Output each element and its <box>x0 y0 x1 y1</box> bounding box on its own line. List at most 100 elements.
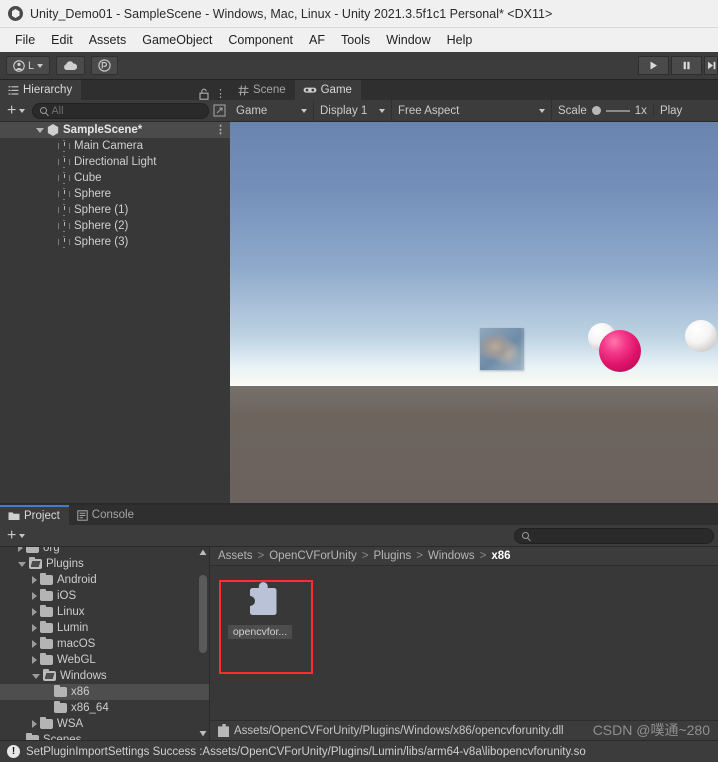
game-render-surface[interactable] <box>230 122 718 505</box>
folder-icon <box>8 512 20 520</box>
menu-tools[interactable]: Tools <box>333 31 378 49</box>
scale-slider-track[interactable] <box>605 109 630 112</box>
aspect-dropdown[interactable]: Free Aspect <box>392 99 552 122</box>
gameobject-icon <box>58 204 70 216</box>
tree-item-webgl[interactable]: WebGL <box>0 652 209 668</box>
chevron-right-icon[interactable] <box>32 656 37 664</box>
chevron-down-icon <box>379 108 385 113</box>
asset-grid[interactable]: opencvfor... <box>210 566 718 720</box>
tree-item-wsa[interactable]: WSA <box>0 716 209 732</box>
unity-services-button[interactable] <box>91 56 119 75</box>
scale-slider[interactable]: Scale 1x <box>552 104 654 117</box>
chevron-right-icon[interactable] <box>18 547 23 552</box>
breadcrumb-x86[interactable]: x86 <box>491 550 510 562</box>
chevron-right-icon[interactable] <box>32 576 37 584</box>
tab-scene[interactable]: Scene <box>230 80 295 100</box>
tree-item-windows[interactable]: Windows <box>0 668 209 684</box>
chevron-right-icon[interactable] <box>32 640 37 648</box>
chevron-down-icon[interactable] <box>32 673 40 679</box>
menu-component[interactable]: Component <box>220 31 301 49</box>
tree-item-android[interactable]: Android <box>0 572 209 588</box>
dll-file-icon <box>218 724 229 737</box>
menu-help[interactable]: Help <box>439 31 481 49</box>
tree-item-linux[interactable]: Linux <box>0 604 209 620</box>
hierarchy-search-input[interactable]: All <box>32 102 209 119</box>
tab-game[interactable]: Game <box>294 80 361 100</box>
project-sub-toolbar: + <box>0 525 718 547</box>
chevron-down-icon <box>19 533 26 538</box>
hierarchy-search-placeholder: All <box>51 104 64 117</box>
asset-label: opencvfor... <box>227 625 293 639</box>
tree-item-plugins[interactable]: Plugins <box>0 556 209 572</box>
pause-button[interactable] <box>671 56 702 75</box>
tree-item-ios[interactable]: iOS <box>0 588 209 604</box>
asset-item-opencvforunity[interactable]: opencvfor... <box>222 576 298 639</box>
hierarchy-item-sphere-2[interactable]: Sphere (2) <box>0 218 230 234</box>
cloud-button[interactable] <box>56 56 86 75</box>
project-add-button[interactable]: + <box>4 527 28 543</box>
menu-edit[interactable]: Edit <box>43 31 81 49</box>
hierarchy-item-sphere[interactable]: Sphere <box>0 186 230 202</box>
chevron-down-icon[interactable] <box>18 561 26 567</box>
project-folder-tree[interactable]: org Plugins Android iOS Linux Lumin macO… <box>0 547 210 740</box>
plugin-icon <box>239 576 281 620</box>
hierarchy-item-cube[interactable]: Cube <box>0 170 230 186</box>
view-mode-dropdown[interactable]: Game <box>230 99 314 122</box>
lock-icon[interactable] <box>199 88 209 100</box>
hierarchy-tree[interactable]: SampleScene* ⋮ Main Camera Directional L… <box>0 122 230 505</box>
breadcrumb-assets[interactable]: Assets <box>218 550 253 562</box>
chevron-right-icon[interactable] <box>32 608 37 616</box>
menu-af[interactable]: AF <box>301 31 333 49</box>
account-icon <box>13 59 25 72</box>
scene-kebab-menu-icon[interactable]: ⋮ <box>215 125 226 136</box>
project-search-input[interactable] <box>514 527 714 544</box>
chevron-down-icon[interactable] <box>36 127 44 133</box>
tree-item-label: Windows <box>60 670 107 682</box>
status-bar[interactable]: ! SetPluginImportSettings Success :Asset… <box>0 740 718 762</box>
menu-file[interactable]: File <box>7 31 43 49</box>
scroll-up-arrow-icon[interactable] <box>199 549 207 556</box>
tab-hierarchy-label: Hierarchy <box>23 84 73 96</box>
tree-item-label: WSA <box>57 718 84 730</box>
project-tree-scrollbar[interactable] <box>199 547 207 739</box>
expand-window-icon[interactable] <box>213 104 226 117</box>
scale-slider-handle[interactable] <box>591 106 601 115</box>
chevron-right-icon[interactable] <box>32 624 37 632</box>
menu-window[interactable]: Window <box>378 31 438 49</box>
search-icon <box>522 532 529 539</box>
play-focused-toggle[interactable]: Play <box>654 100 688 122</box>
account-label: L <box>28 59 35 72</box>
scroll-down-arrow-icon[interactable] <box>199 730 207 737</box>
tree-item-macos[interactable]: macOS <box>0 636 209 652</box>
hierarchy-add-button[interactable]: + <box>4 102 28 118</box>
hierarchy-item-sphere-1[interactable]: Sphere (1) <box>0 202 230 218</box>
tab-hierarchy[interactable]: Hierarchy <box>0 80 82 100</box>
tree-item-scenes[interactable]: Scenes <box>0 732 209 740</box>
tree-item-x86[interactable]: x86 <box>0 684 209 700</box>
hierarchy-item-directional-light[interactable]: Directional Light <box>0 154 230 170</box>
tree-item-lumin[interactable]: Lumin <box>0 620 209 636</box>
tree-item-x86-64[interactable]: x86_64 <box>0 700 209 716</box>
chevron-right-icon[interactable] <box>32 720 37 728</box>
tab-scene-label: Scene <box>253 84 286 96</box>
step-button[interactable] <box>704 56 718 75</box>
hierarchy-item-main-camera[interactable]: Main Camera <box>0 138 230 154</box>
hierarchy-item-sphere-3[interactable]: Sphere (3) <box>0 234 230 250</box>
account-button[interactable]: L <box>6 56 51 75</box>
scrollbar-thumb[interactable] <box>199 575 207 653</box>
play-button[interactable] <box>638 56 669 75</box>
breadcrumb-opencvforunity[interactable]: OpenCVForUnity <box>269 550 357 562</box>
kebab-menu-icon[interactable]: ⋮ <box>215 89 226 100</box>
tree-item-org[interactable]: org <box>0 547 209 556</box>
hierarchy-scene-row[interactable]: SampleScene* ⋮ <box>0 122 230 138</box>
tab-project[interactable]: Project <box>0 505 69 525</box>
tab-console[interactable]: Console <box>68 505 143 525</box>
breadcrumb-windows[interactable]: Windows <box>428 550 475 562</box>
menu-gameobject[interactable]: GameObject <box>134 31 220 49</box>
breadcrumb-plugins[interactable]: Plugins <box>374 550 412 562</box>
chevron-down-icon <box>19 108 26 113</box>
menu-assets[interactable]: Assets <box>81 31 135 49</box>
breadcrumb-separator-icon: > <box>361 550 369 562</box>
display-dropdown[interactable]: Display 1 <box>314 99 392 122</box>
chevron-right-icon[interactable] <box>32 592 37 600</box>
